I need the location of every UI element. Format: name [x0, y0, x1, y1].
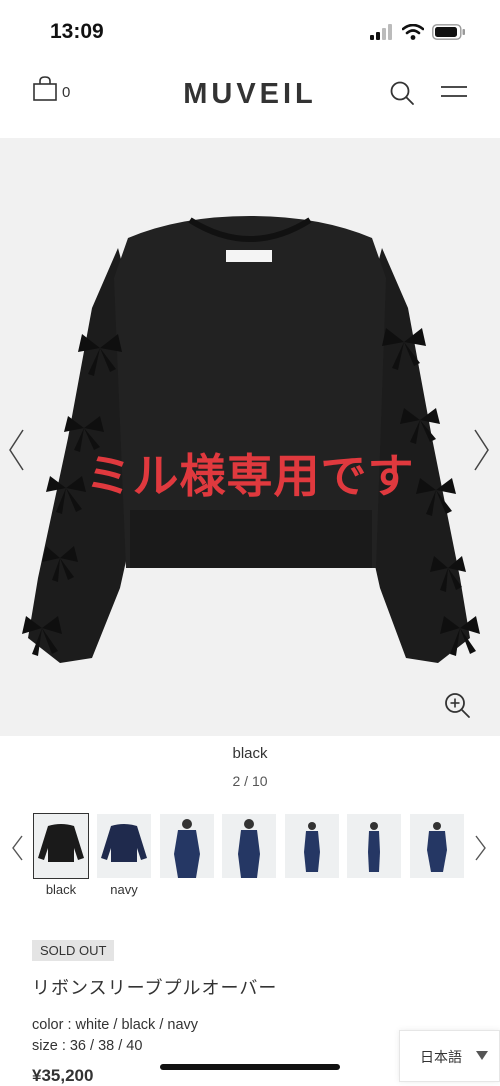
- chevron-right-icon: [475, 835, 486, 861]
- image-overlay-text: ミル様専用です: [85, 450, 415, 502]
- signal-icon: [370, 24, 392, 40]
- thumbnail-image: [38, 824, 84, 862]
- thumbnail-image: [427, 822, 447, 872]
- thumbnail-image: [174, 819, 200, 878]
- thumbnail-image: [368, 822, 380, 872]
- thumbnail-label: navy: [110, 882, 138, 897]
- caret-down-icon: [476, 1051, 488, 1060]
- product-image: [22, 216, 480, 663]
- wifi-icon: [402, 24, 424, 40]
- battery-icon: [432, 24, 465, 40]
- thumbs-prev-button[interactable]: [10, 834, 24, 867]
- thumbs-next-button[interactable]: [474, 834, 488, 867]
- thumbnail-image: [101, 824, 147, 862]
- menu-button[interactable]: [440, 84, 468, 105]
- status-icons: [370, 24, 466, 40]
- zoom-button[interactable]: [443, 691, 471, 724]
- thumbnail-look-2[interactable]: [222, 814, 276, 878]
- status-badge: SOLD OUT: [32, 940, 115, 961]
- selected-color-label: black: [232, 745, 268, 762]
- search-icon: [390, 81, 414, 105]
- thumbnail-black[interactable]: [33, 813, 89, 879]
- status-time: 13:09: [50, 20, 104, 43]
- thumbnail-strip: black navy: [0, 812, 500, 902]
- thumbnail-label: black: [45, 882, 77, 897]
- product-color-options: color : white / black / navy: [32, 1017, 199, 1033]
- status-bar: 13:09: [0, 0, 500, 62]
- thumbnail-look-1[interactable]: [160, 814, 214, 878]
- site-logo[interactable]: MUVEIL: [0, 78, 500, 111]
- thumbnail-look-3[interactable]: [285, 814, 339, 878]
- thumbnail-image: [304, 822, 320, 872]
- image-counter: 2 / 10: [232, 773, 268, 789]
- zoom-in-icon: [445, 693, 470, 718]
- language-label: 日本語: [420, 1049, 462, 1065]
- product-title: リボンスリーブプルオーバー: [32, 978, 278, 998]
- thumbnail-navy[interactable]: [97, 814, 151, 878]
- thumbnail-look-5[interactable]: [410, 814, 464, 878]
- search-button[interactable]: [389, 80, 415, 111]
- product-image-carousel[interactable]: ミル様専用です: [0, 138, 500, 736]
- product-price: ¥35,200: [32, 1066, 94, 1085]
- site-header: 0 MUVEIL: [0, 62, 500, 134]
- menu-icon: [441, 86, 467, 97]
- chevron-left-icon: [12, 835, 23, 861]
- language-selector[interactable]: 日本語: [399, 1030, 500, 1082]
- thumbnail-look-4[interactable]: [347, 814, 401, 878]
- product-size-options: size : 36 / 38 / 40: [32, 1038, 143, 1054]
- home-indicator[interactable]: [160, 1064, 340, 1070]
- thumbnail-image: [238, 819, 260, 878]
